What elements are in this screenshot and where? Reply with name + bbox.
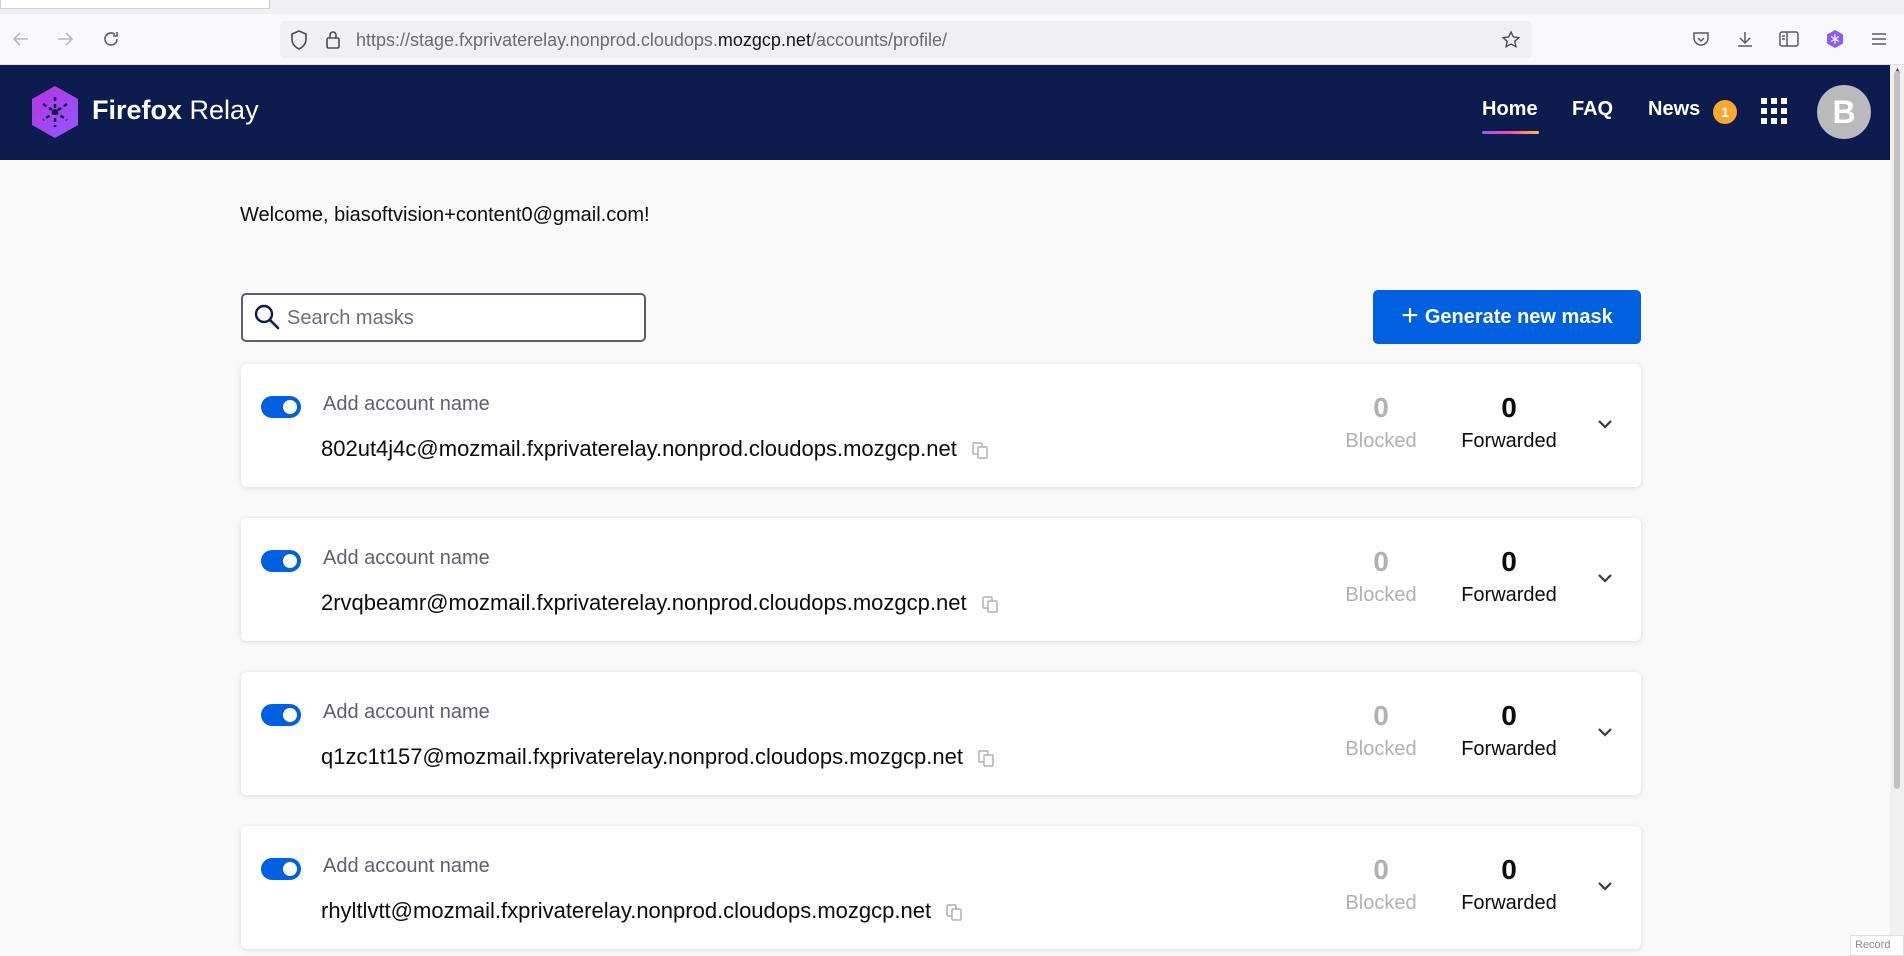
search-icon bbox=[254, 304, 280, 330]
forwarded-stat: 0 Forwarded bbox=[1449, 854, 1569, 915]
copy-icon[interactable] bbox=[981, 595, 999, 613]
brand-name[interactable]: Firefox Relay bbox=[92, 95, 259, 126]
forward-arrow-icon[interactable] bbox=[52, 26, 78, 52]
forwarded-stat: 0 Forwarded bbox=[1449, 546, 1569, 607]
forwarded-label: Forwarded bbox=[1461, 584, 1557, 606]
scrollbar-thumb[interactable] bbox=[1894, 71, 1900, 789]
apps-grid-icon[interactable] bbox=[1761, 98, 1787, 124]
mask-enabled-toggle[interactable] bbox=[261, 396, 301, 418]
blocked-label: Blocked bbox=[1345, 892, 1417, 914]
blocked-count: 0 bbox=[1373, 546, 1389, 577]
blocked-label: Blocked bbox=[1345, 584, 1417, 606]
downloads-icon[interactable] bbox=[1732, 26, 1758, 52]
avatar[interactable]: B bbox=[1817, 85, 1871, 139]
firefox-relay-logo[interactable] bbox=[30, 85, 80, 139]
mask-email-row: q1zc1t157@mozmail.fxprivaterelay.nonprod… bbox=[321, 744, 995, 770]
search-input[interactable] bbox=[287, 305, 627, 331]
pocket-icon[interactable] bbox=[1688, 26, 1714, 52]
generate-button-label: Generate new mask bbox=[1424, 305, 1613, 328]
reload-icon[interactable] bbox=[98, 26, 124, 52]
blocked-stat: 0 Blocked bbox=[1321, 854, 1441, 915]
plus-icon: + bbox=[1401, 298, 1419, 332]
mask-email[interactable]: q1zc1t157@mozmail.fxprivaterelay.nonprod… bbox=[321, 744, 963, 769]
mask-enabled-toggle[interactable] bbox=[261, 550, 301, 572]
mask-card: Add account name 802ut4j4c@mozmail.fxpri… bbox=[241, 364, 1641, 487]
mask-email[interactable]: rhyltlvtt@mozmail.fxprivaterelay.nonprod… bbox=[321, 898, 931, 923]
forwarded-count: 0 bbox=[1501, 854, 1517, 885]
forwarded-count: 0 bbox=[1501, 700, 1517, 731]
active-tab[interactable] bbox=[0, 0, 270, 9]
forwarded-count: 0 bbox=[1501, 546, 1517, 577]
nav-home[interactable]: Home bbox=[1482, 98, 1538, 121]
blocked-count: 0 bbox=[1373, 854, 1389, 885]
forwarded-label: Forwarded bbox=[1461, 738, 1557, 760]
add-account-name-field[interactable]: Add account name bbox=[323, 547, 490, 570]
news-count-badge: 1 bbox=[1713, 100, 1737, 124]
mask-card: Add account name q1zc1t157@mozmail.fxpri… bbox=[241, 672, 1641, 795]
nav-faq[interactable]: FAQ bbox=[1572, 98, 1613, 121]
relay-extension-icon[interactable] bbox=[1822, 26, 1848, 52]
back-arrow-icon[interactable] bbox=[8, 26, 34, 52]
add-account-name-field[interactable]: Add account name bbox=[323, 701, 490, 724]
copy-icon[interactable] bbox=[945, 903, 963, 921]
mask-enabled-toggle[interactable] bbox=[261, 704, 301, 726]
nav-news[interactable]: News bbox=[1648, 98, 1700, 121]
mask-email-row: 802ut4j4c@mozmail.fxprivaterelay.nonprod… bbox=[321, 436, 989, 462]
blocked-stat: 0 Blocked bbox=[1321, 700, 1441, 761]
page-content: Firefox Relay Home FAQ News 1 B Welcome,… bbox=[0, 65, 1890, 956]
bookmark-star-icon[interactable] bbox=[1500, 29, 1522, 51]
blocked-stat: 0 Blocked bbox=[1321, 392, 1441, 453]
blocked-label: Blocked bbox=[1345, 430, 1417, 452]
copy-icon[interactable] bbox=[977, 749, 995, 767]
chevron-down-icon[interactable] bbox=[1593, 874, 1617, 898]
browser-toolbar: https://stage.fxprivaterelay.nonprod.clo… bbox=[0, 14, 1904, 65]
shield-icon[interactable] bbox=[288, 29, 310, 51]
mask-email-row: 2rvqbeamr@mozmail.fxprivaterelay.nonprod… bbox=[321, 590, 999, 616]
forwarded-label: Forwarded bbox=[1461, 892, 1557, 914]
mask-email[interactable]: 2rvqbeamr@mozmail.fxprivaterelay.nonprod… bbox=[321, 590, 967, 615]
chevron-down-icon[interactable] bbox=[1593, 566, 1617, 590]
blocked-stat: 0 Blocked bbox=[1321, 546, 1441, 607]
mask-card: Add account name rhyltlvtt@mozmail.fxpri… bbox=[241, 826, 1641, 949]
page-scrollbar[interactable]: ▲ bbox=[1890, 65, 1904, 956]
mask-email-row: rhyltlvtt@mozmail.fxprivaterelay.nonprod… bbox=[321, 898, 963, 924]
lock-icon[interactable] bbox=[322, 29, 344, 51]
menu-hamburger-icon[interactable] bbox=[1866, 26, 1892, 52]
nav-active-indicator bbox=[1482, 131, 1539, 134]
record-widget[interactable]: Record bbox=[1850, 935, 1904, 956]
blocked-count: 0 bbox=[1373, 392, 1389, 423]
forwarded-stat: 0 Forwarded bbox=[1449, 700, 1569, 761]
url-text[interactable]: https://stage.fxprivaterelay.nonprod.clo… bbox=[356, 30, 947, 51]
blocked-label: Blocked bbox=[1345, 738, 1417, 760]
mask-email[interactable]: 802ut4j4c@mozmail.fxprivaterelay.nonprod… bbox=[321, 436, 957, 461]
blocked-count: 0 bbox=[1373, 700, 1389, 731]
add-account-name-field[interactable]: Add account name bbox=[323, 855, 490, 878]
address-bar[interactable]: https://stage.fxprivaterelay.nonprod.clo… bbox=[280, 21, 1532, 58]
copy-icon[interactable] bbox=[971, 441, 989, 459]
chevron-down-icon[interactable] bbox=[1593, 412, 1617, 436]
forwarded-count: 0 bbox=[1501, 392, 1517, 423]
mask-card: Add account name 2rvqbeamr@mozmail.fxpri… bbox=[241, 518, 1641, 641]
search-box[interactable] bbox=[241, 293, 646, 342]
sidebar-icon[interactable] bbox=[1776, 26, 1802, 52]
forwarded-label: Forwarded bbox=[1461, 430, 1557, 452]
welcome-message: Welcome, biasoftvision+content0@gmail.co… bbox=[240, 204, 650, 226]
tab-strip bbox=[0, 0, 1904, 14]
mask-enabled-toggle[interactable] bbox=[261, 858, 301, 880]
chevron-down-icon[interactable] bbox=[1593, 720, 1617, 744]
site-header: Firefox Relay Home FAQ News 1 B bbox=[0, 65, 1890, 160]
forwarded-stat: 0 Forwarded bbox=[1449, 392, 1569, 453]
generate-new-mask-button[interactable]: + Generate new mask bbox=[1373, 290, 1641, 344]
add-account-name-field[interactable]: Add account name bbox=[323, 393, 490, 416]
